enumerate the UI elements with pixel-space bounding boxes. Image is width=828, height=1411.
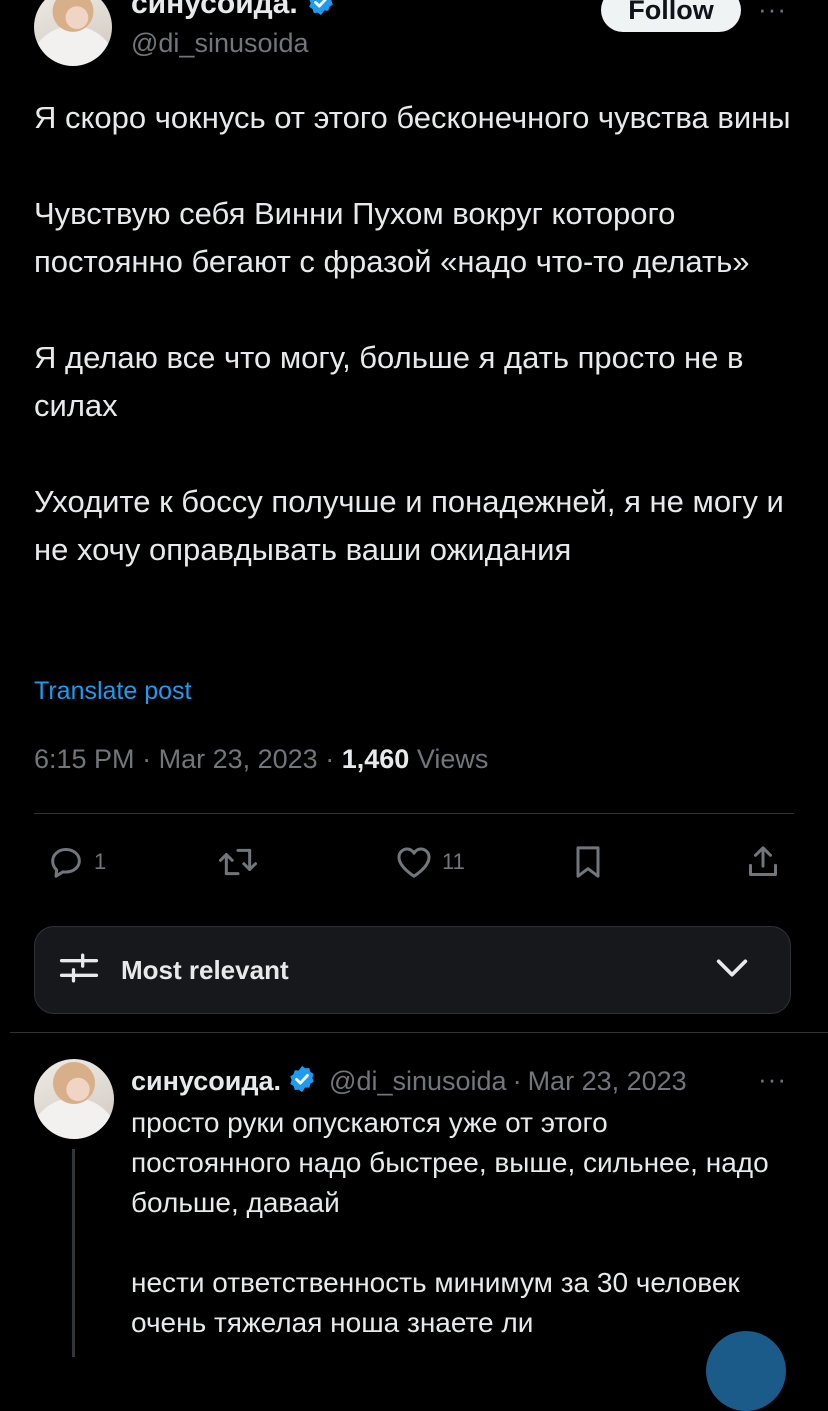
reply-more-options-icon[interactable]: ··· — [758, 1064, 787, 1095]
sort-dropdown[interactable]: Most relevant — [34, 926, 791, 1014]
reply-text: просто руки опускаются уже от этого пост… — [131, 1103, 771, 1343]
verified-badge-icon — [306, 0, 336, 22]
bookmark-button[interactable] — [568, 842, 608, 882]
reply-author-avatar[interactable] — [34, 1059, 114, 1139]
views-label: Views — [416, 744, 489, 774]
author-name-row: синусоида. — [131, 0, 336, 22]
bookmark-icon — [568, 842, 608, 882]
tweet-text: Я скоро чокнусь от этого бесконечного чу… — [34, 94, 799, 574]
retweet-button[interactable] — [216, 842, 268, 882]
meta-separator: · — [142, 744, 152, 774]
heart-icon — [394, 842, 434, 882]
tweet-paragraph-2: Чувствую себя Винни Пухом вокруг которог… — [34, 196, 750, 279]
tweet-paragraph-3: Я делаю все что могу, больше я дать прос… — [34, 340, 744, 423]
tweet-paragraph-1: Я скоро чокнусь от этого бесконечного чу… — [34, 100, 791, 135]
divider — [10, 1032, 828, 1033]
meta-separator: · — [325, 744, 335, 774]
like-button[interactable]: 11 — [394, 842, 465, 882]
reply-button[interactable]: 1 — [46, 842, 106, 882]
reply-date[interactable]: Mar 23, 2023 — [528, 1066, 687, 1097]
divider — [34, 813, 794, 814]
views-count: 1,460 — [341, 744, 410, 774]
tweet-time[interactable]: 6:15 PM — [34, 744, 135, 774]
tweet-date[interactable]: Mar 23, 2023 — [159, 744, 318, 774]
chevron-down-icon — [712, 948, 752, 993]
meta-separator: · — [512, 1065, 522, 1096]
share-icon — [743, 842, 783, 882]
verified-badge-icon — [287, 1064, 317, 1099]
thread-line — [72, 1149, 75, 1357]
share-button[interactable] — [743, 842, 783, 882]
author-avatar[interactable] — [34, 0, 112, 66]
translate-post-link[interactable]: Translate post — [34, 677, 191, 706]
like-count: 11 — [442, 849, 465, 874]
follow-button[interactable]: Follow — [601, 0, 741, 32]
sliders-icon — [57, 946, 101, 995]
reply-author-name[interactable]: синусоида. — [131, 1066, 281, 1097]
reply-header: синусоида. @di_sinusoida · Mar 23, 2023 — [131, 1061, 746, 1101]
reply-count: 1 — [94, 849, 107, 874]
tweet-meta: 6:15 PM · Mar 23, 2023 · 1,460 Views — [34, 744, 488, 775]
reply-icon — [46, 842, 86, 882]
author-handle[interactable]: @di_sinusoida — [131, 28, 309, 59]
reply-paragraph-2: нести ответственность минимум за 30 чело… — [131, 1267, 740, 1338]
more-options-icon[interactable]: ··· — [758, 0, 787, 25]
tweet-paragraph-4: Уходите к боссу получше и понадежней, я … — [34, 484, 784, 567]
author-name[interactable]: синусоида. — [131, 0, 298, 21]
compose-button[interactable] — [706, 1331, 786, 1411]
retweet-icon — [216, 842, 260, 882]
reply-paragraph-1: просто руки опускаются уже от этого пост… — [131, 1107, 769, 1218]
reply-author-handle[interactable]: @di_sinusoida — [329, 1066, 507, 1097]
sort-label: Most relevant — [121, 954, 289, 985]
